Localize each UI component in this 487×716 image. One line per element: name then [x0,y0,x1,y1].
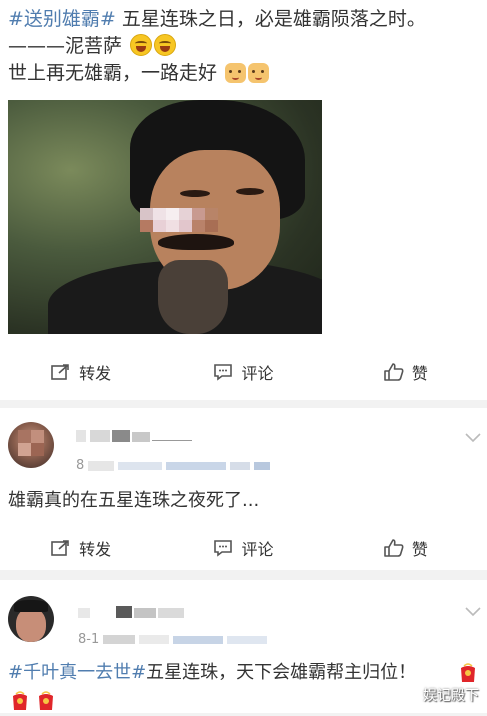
red-envelope-icon [36,690,56,716]
comment-date-prefix: 8-1 [78,632,100,647]
username-blurred[interactable] [78,606,190,618]
chevron-down-icon[interactable] [465,602,481,621]
hashtag-link[interactable]: #送别雄霸# [8,8,116,30]
username-blurred[interactable] [76,430,194,442]
comment-icon [213,539,233,557]
mosaic-blur [140,208,218,232]
post-photo[interactable] [8,100,322,334]
repost-button[interactable]: 转发 [0,354,162,390]
laugh-cry-emoji-icon [154,34,177,56]
comment-text: #千叶真一去世#五星连珠，天下会雄霸帮主归位！ [8,660,416,686]
comment-text: 雄霸真的在五星连珠之夜死了... [8,490,260,511]
like-button[interactable]: 赞 [325,354,487,390]
post-line3-text: 世上再无雄霸，一路走好 [8,62,218,84]
comment-card: 8-1 #千叶真一去世#五星连珠，天下会雄霸帮主归位！ 娱记殿下 [0,580,487,713]
comment-action-bar: 转发 评论 赞 [0,530,487,566]
red-envelope-icon [10,690,30,716]
chevron-down-icon[interactable] [465,428,481,447]
repost-label: 转发 [79,364,112,383]
post-action-bar: 转发 评论 赞 [0,354,487,390]
thumbs-up-icon [384,539,404,557]
repost-label: 转发 [79,540,112,559]
comment-meta: 8-1 [78,632,268,647]
post-text: #送别雄霸# 五星连珠之日，必是雄霸陨落之时。 ———泥菩萨 世上再无雄霸，一路… [8,6,479,87]
like-button[interactable]: 赞 [325,530,487,566]
like-label: 赞 [411,540,428,559]
comment-date-prefix: 8 [76,458,85,473]
avatar[interactable] [8,596,54,642]
repost-button[interactable]: 转发 [0,530,162,566]
hashtag-link[interactable]: #千叶真一去世# [8,662,146,683]
comment-meta: 8 [76,458,271,473]
cat-emoji-icon [248,63,270,83]
thumbs-up-icon [384,363,404,381]
post-line1-text: 五星连珠之日，必是雄霸陨落之时。 [115,8,426,30]
post-line2-text: ———泥菩萨 [8,35,123,57]
comment-button[interactable]: 评论 [162,354,324,390]
comment-label: 评论 [241,364,274,383]
avatar[interactable] [8,422,54,468]
watermark: 娱记殿下 [423,688,479,704]
repost-icon [51,539,71,557]
cat-emoji-icon [225,63,247,83]
comment-card: 8 雄霸真的在五星连珠之夜死了... 转发 评论 赞 [0,408,487,570]
laugh-cry-emoji-icon [130,34,153,56]
post-card: #送别雄霸# 五星连珠之日，必是雄霸陨落之时。 ———泥菩萨 世上再无雄霸，一路… [0,0,487,400]
comment-icon [213,363,233,381]
comment-button[interactable]: 评论 [162,530,324,566]
like-label: 赞 [411,364,428,383]
comment-text-rest: 五星连珠，天下会雄霸帮主归位！ [146,662,417,683]
repost-icon [51,363,71,381]
comment-label: 评论 [241,540,274,559]
